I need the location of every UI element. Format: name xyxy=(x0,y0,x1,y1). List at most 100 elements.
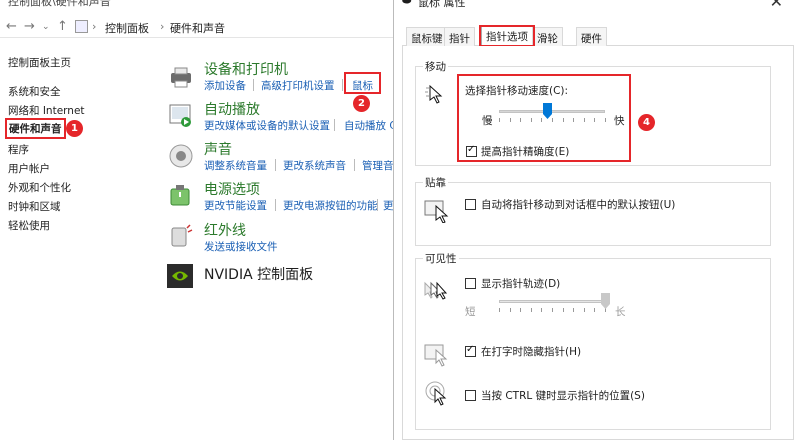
long-label: 长 xyxy=(615,306,626,318)
sidebar-item-programs[interactable]: 程序 xyxy=(8,142,29,157)
group-label: 贴靠 xyxy=(423,175,448,190)
dialog-title: 鼠标 属性 xyxy=(418,0,466,9)
ctrl-locate-icon xyxy=(424,379,450,410)
slider-tick xyxy=(552,308,553,312)
pointer-trails-label[interactable]: 显示指针轨迹(D) xyxy=(481,276,560,291)
category-title-nvidia[interactable]: NVIDIA 控制面板 xyxy=(204,264,313,284)
close-icon[interactable]: ✕ xyxy=(770,0,783,11)
tab-wheel[interactable]: 滑轮 xyxy=(532,27,563,46)
address-bar: ← → ⌄ ↑ › 控制面板 › 硬件和声音 xyxy=(0,16,400,38)
ctrl-locate-checkbox[interactable] xyxy=(465,390,476,401)
category-title-devices[interactable]: 设备和打印机 xyxy=(204,59,288,79)
link-change-sounds[interactable]: 更改系统声音 xyxy=(283,158,346,173)
control-panel-icon xyxy=(75,20,88,33)
back-arrow-icon[interactable]: ← xyxy=(6,19,17,34)
link-power-more[interactable]: 更 xyxy=(383,198,394,213)
tab-bar: 鼠标键 指针 指针选项 滑轮 硬件 xyxy=(402,25,794,46)
annotation-badge: 2 xyxy=(353,95,370,112)
slider-tick xyxy=(510,118,511,122)
category-title-sound[interactable]: 声音 xyxy=(204,139,232,159)
slow-label: 慢 xyxy=(482,115,493,127)
link-add-device[interactable]: 添加设备 xyxy=(204,78,246,93)
breadcrumb-item[interactable]: 硬件和声音 xyxy=(170,20,225,36)
autoplay-icon[interactable] xyxy=(168,102,194,128)
link-send-receive-files[interactable]: 发送或接收文件 xyxy=(204,239,278,254)
slider-tick xyxy=(584,308,585,312)
sidebar-item-clock-region[interactable]: 时钟和区域 xyxy=(8,199,61,214)
hide-while-typing-checkbox[interactable] xyxy=(465,344,476,357)
nvidia-icon[interactable] xyxy=(166,263,194,289)
category-title-autoplay[interactable]: 自动播放 xyxy=(204,99,260,119)
slider-tick xyxy=(594,118,595,122)
link-manage-audio[interactable]: 管理音 xyxy=(362,158,394,173)
tab-buttons[interactable]: 鼠标键 xyxy=(406,27,448,46)
precision-label[interactable]: 提高指针精确度(E) xyxy=(481,144,569,159)
snap-to-icon xyxy=(424,197,450,226)
trails-slider-thumb[interactable] xyxy=(601,293,610,309)
infrared-icon[interactable] xyxy=(168,222,194,248)
speed-label: 选择指针移动速度(C): xyxy=(465,85,569,97)
link-adjust-volume[interactable]: 调整系统音量 xyxy=(204,158,267,173)
snap-group: 贴靠 xyxy=(415,175,771,246)
chevron-down-icon[interactable]: ⌄ xyxy=(42,22,50,32)
precision-checkbox[interactable] xyxy=(466,144,477,157)
fast-label: 快 xyxy=(614,115,625,127)
hide-while-typing-icon xyxy=(424,341,450,370)
hide-while-typing-label[interactable]: 在打字时隐藏指针(H) xyxy=(481,344,581,359)
up-arrow-icon[interactable]: ↑ xyxy=(57,19,68,34)
pointer-trails-icon xyxy=(422,279,450,308)
link-mouse[interactable]: 鼠标 xyxy=(352,78,373,93)
pointer-speed-icon xyxy=(424,83,448,110)
slider-tick xyxy=(605,118,606,122)
link-advanced-printer[interactable]: 高级打印机设置 xyxy=(261,78,335,93)
slider-tick xyxy=(573,118,574,122)
slider-tick xyxy=(563,118,564,122)
sidebar-item-ease-of-access[interactable]: 轻松使用 xyxy=(8,218,50,233)
sidebar-item-hardware-sound[interactable]: 硬件和声音 xyxy=(5,118,66,139)
slider-tick xyxy=(520,308,521,312)
speed-slider-thumb[interactable] xyxy=(543,103,552,119)
ctrl-locate-label[interactable]: 当按 CTRL 键时显示指针的位置(S) xyxy=(481,388,645,403)
slider-tick xyxy=(531,308,532,312)
short-label: 短 xyxy=(465,306,476,318)
breadcrumb-sep-icon: › xyxy=(92,20,97,33)
link-power-button[interactable]: 更改电源按钮的功能 xyxy=(283,198,378,213)
window-title: 控制面板\硬件和声音 xyxy=(8,0,111,8)
slider-tick xyxy=(499,308,500,312)
printer-icon[interactable] xyxy=(168,64,194,90)
category-title-power[interactable]: 电源选项 xyxy=(204,179,260,199)
tab-pointers[interactable]: 指针 xyxy=(444,27,475,46)
group-label: 可见性 xyxy=(423,251,459,266)
sidebar-item-system-security[interactable]: 系统和安全 xyxy=(8,84,61,99)
snap-to-label[interactable]: 自动将指针移动到对话框中的默认按钮(U) xyxy=(481,197,675,212)
breadcrumb-item[interactable]: 控制面板 xyxy=(105,20,149,36)
snap-to-checkbox[interactable] xyxy=(465,199,476,210)
slider-tick xyxy=(520,118,521,122)
slider-tick xyxy=(499,118,500,122)
mouse-properties-dialog: ⬬ 鼠标 属性 ✕ 鼠标键 指针 指针选项 滑轮 硬件 3 移动 选择指针移动速… xyxy=(393,0,801,440)
sidebar-item-home[interactable]: 控制面板主页 xyxy=(8,55,71,70)
sidebar-item-network[interactable]: 网络和 Internet xyxy=(8,103,85,118)
mouse-icon: ⬬ xyxy=(402,0,412,7)
slider-tick xyxy=(552,118,553,122)
power-options-icon[interactable] xyxy=(168,183,194,209)
slider-tick xyxy=(541,118,542,122)
slider-tick xyxy=(510,308,511,312)
slider-tick xyxy=(541,308,542,312)
group-label: 移动 xyxy=(423,59,448,74)
forward-arrow-icon[interactable]: → xyxy=(24,19,35,34)
breadcrumb-sep-icon: › xyxy=(160,20,165,33)
link-autoplay-cd[interactable]: 自动播放 C xyxy=(344,118,397,133)
speaker-icon[interactable] xyxy=(168,143,194,169)
pointer-trails-checkbox[interactable] xyxy=(465,278,476,289)
slider-tick xyxy=(573,308,574,312)
sidebar-item-user-accounts[interactable]: 用户帐户 xyxy=(8,161,50,176)
tab-panel: 移动 选择指针移动速度(C): 慢 快 提高指针精确度(E) 4 贴靠 自动将指… xyxy=(402,46,794,440)
link-change-media-defaults[interactable]: 更改媒体或设备的默认设置 xyxy=(204,118,330,133)
tab-hardware[interactable]: 硬件 xyxy=(576,27,607,46)
category-title-infrared[interactable]: 红外线 xyxy=(204,220,246,240)
link-power-saving[interactable]: 更改节能设置 xyxy=(204,198,267,213)
sidebar-item-appearance[interactable]: 外观和个性化 xyxy=(8,180,71,195)
slider-tick xyxy=(531,118,532,122)
annotation-badge: 4 xyxy=(638,114,655,131)
